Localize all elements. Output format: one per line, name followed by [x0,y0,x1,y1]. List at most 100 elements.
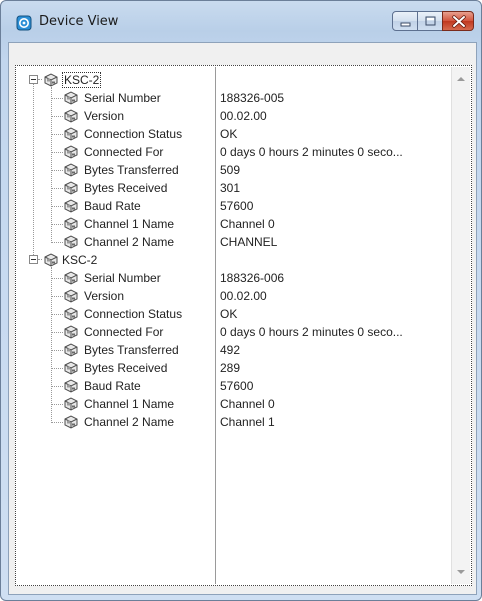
window-title: Device View [39,14,119,29]
property-row[interactable]: Version 00.02.00 [17,107,451,125]
scroll-down-arrow-icon[interactable] [457,570,465,574]
property-node-icon [64,145,78,159]
property-value: OK [220,307,238,321]
property-label: Baud Rate [84,379,141,393]
property-value: 188326-005 [220,91,285,105]
property-label: Channel 2 Name [84,235,175,249]
caption-buttons [392,11,474,31]
property-row[interactable]: Connected For 0 days 0 hours 2 minutes 0 … [17,323,451,341]
tree-node-device[interactable]: KSC-2 [17,251,451,269]
property-node-icon [64,109,78,123]
property-row[interactable]: Connection Status OK [17,305,451,323]
property-row[interactable]: Serial Number 188326-006 [17,269,451,287]
property-row[interactable]: Bytes Transferred 509 [17,161,451,179]
property-value: 57600 [220,379,254,393]
property-node-icon [64,361,78,375]
minimize-button[interactable] [392,11,418,31]
device-name: KSC-2 [62,72,102,88]
property-node-icon [64,127,78,141]
device-name: KSC-2 [62,253,98,267]
device-tree-frame: KSC-2 Serial Number 188326-005 Version 00.02… [15,65,472,586]
property-value: 188326-006 [220,271,285,285]
property-node-icon [64,343,78,357]
title-bar[interactable]: Device View [1,1,481,41]
vertical-scrollbar[interactable] [451,67,470,584]
property-value: 509 [220,163,241,177]
property-label: Version [84,289,125,303]
property-label: Bytes Transferred [84,163,179,177]
property-label: Channel 1 Name [84,217,175,231]
close-button[interactable] [442,11,474,31]
property-label: Bytes Received [84,361,168,375]
property-value: 289 [220,361,241,375]
property-value: Channel 0 [220,217,275,231]
property-value: 0 days 0 hours 2 minutes 0 seco... [220,145,403,159]
property-node-icon [64,325,78,339]
property-row[interactable]: Connected For 0 days 0 hours 2 minutes 0 … [17,143,451,161]
property-node-icon [64,271,78,285]
device-view-app-icon [16,15,32,31]
property-value: 57600 [220,199,254,213]
device-view-window: Device View KSC-2 Serial Number 188326-0… [0,0,482,601]
property-node-icon [64,379,78,393]
property-node-icon [64,163,78,177]
property-label: Baud Rate [84,199,141,213]
property-label: Channel 1 Name [84,397,175,411]
minimize-icon [400,22,411,27]
property-value: CHANNEL [220,235,278,249]
property-label: Bytes Received [84,181,168,195]
close-icon [452,15,466,28]
collapse-toggle-icon[interactable] [29,255,38,264]
property-node-icon [64,307,78,321]
property-row[interactable]: Serial Number 188326-005 [17,89,451,107]
property-label: Channel 2 Name [84,415,175,429]
property-row[interactable]: Baud Rate 57600 [17,197,451,215]
property-label: Connected For [84,145,164,159]
property-row[interactable]: Connection Status OK [17,125,451,143]
property-node-icon [64,235,78,249]
device-name-label: KSC-2 [62,71,102,89]
property-row[interactable]: Bytes Transferred 492 [17,341,451,359]
property-node-icon [64,91,78,105]
device-node-icon [44,253,58,267]
property-value: Channel 1 [220,415,275,429]
property-row[interactable]: Channel 2 Name Channel 1 [17,413,451,431]
tree-connector [38,79,42,80]
property-label: Serial Number [84,271,161,285]
property-value: OK [220,127,238,141]
property-value: 00.02.00 [220,109,267,123]
tree-connector [38,259,42,260]
property-label: Version [84,109,125,123]
client-area: KSC-2 Serial Number 188326-005 Version 00.02… [8,42,477,595]
property-value: 492 [220,343,241,357]
property-row[interactable]: Bytes Received 301 [17,179,451,197]
property-value: 00.02.00 [220,289,267,303]
property-node-icon [64,415,78,429]
property-value: Channel 0 [220,397,275,411]
property-label: Connection Status [84,307,183,321]
maximize-button[interactable] [417,11,443,31]
property-node-icon [64,397,78,411]
maximize-icon [425,16,436,26]
property-row[interactable]: Channel 1 Name Channel 0 [17,395,451,413]
property-row[interactable]: Baud Rate 57600 [17,377,451,395]
property-value: 0 days 0 hours 2 minutes 0 seco... [220,325,403,339]
device-tree[interactable]: KSC-2 Serial Number 188326-005 Version 00.02… [17,67,451,584]
property-row[interactable]: Channel 2 Name CHANNEL [17,233,451,251]
property-label: Serial Number [84,91,161,105]
property-label: Connection Status [84,127,183,141]
property-node-icon [64,289,78,303]
property-row[interactable]: Channel 1 Name Channel 0 [17,215,451,233]
property-label: Bytes Transferred [84,343,179,357]
property-row[interactable]: Bytes Received 289 [17,359,451,377]
property-value: 301 [220,181,241,195]
device-name-label: KSC-2 [62,251,97,269]
tree-node-device[interactable]: KSC-2 [17,71,451,89]
collapse-toggle-icon[interactable] [29,75,38,84]
property-label: Connected For [84,325,164,339]
device-node-icon [44,73,58,87]
tree-guide-line [33,84,34,255]
property-node-icon [64,199,78,213]
property-row[interactable]: Version 00.02.00 [17,287,451,305]
scroll-up-arrow-icon[interactable] [457,77,465,81]
